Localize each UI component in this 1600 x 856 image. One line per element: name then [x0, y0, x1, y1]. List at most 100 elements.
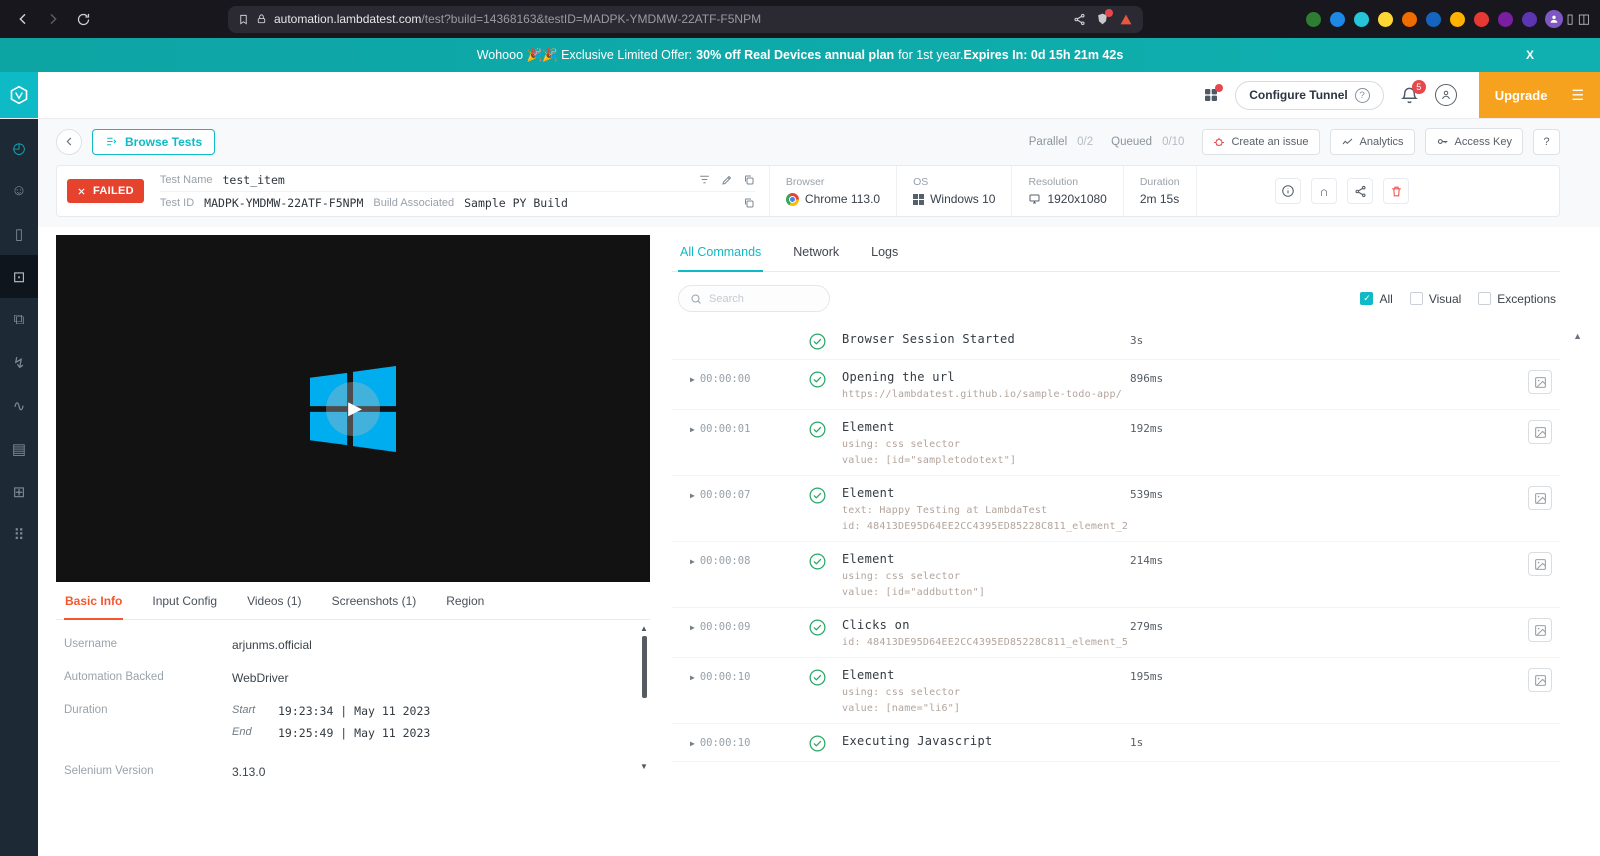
- tunnel-help-icon[interactable]: ?: [1354, 87, 1370, 103]
- expand-caret-icon[interactable]: ▶: [690, 739, 695, 748]
- upgrade-button[interactable]: Upgrade ☰: [1478, 72, 1600, 118]
- command-row[interactable]: ▶ 00:00:00 Opening the url https://lambdate…: [672, 360, 1560, 410]
- tab-input-config[interactable]: Input Config: [151, 594, 218, 620]
- command-timestamp[interactable]: ▶ 00:00:00: [672, 370, 792, 385]
- sidebar-item-integrations-plus[interactable]: ⊞: [0, 470, 38, 513]
- expand-caret-icon[interactable]: ▶: [690, 673, 695, 682]
- extension-icon[interactable]: [1353, 11, 1369, 27]
- scroll-up-icon[interactable]: ▲: [640, 624, 648, 634]
- scrollbar-thumb[interactable]: [641, 636, 647, 698]
- command-row[interactable]: ▶ 00:00:09 Clicks on id: 48413DE95D64EE2CC4…: [672, 608, 1560, 658]
- extension-icon[interactable]: [1497, 11, 1513, 27]
- tab-basic-info[interactable]: Basic Info: [64, 594, 124, 620]
- configure-tunnel-button[interactable]: Configure Tunnel ?: [1235, 80, 1384, 110]
- command-search[interactable]: [678, 285, 830, 312]
- tab-logs[interactable]: Logs: [869, 235, 900, 272]
- command-timestamp[interactable]: ▶ 00:00:09: [672, 618, 792, 633]
- bookmark-icon[interactable]: [238, 13, 249, 26]
- filter-exceptions[interactable]: Exceptions: [1478, 292, 1556, 306]
- filter-list-icon[interactable]: [698, 173, 711, 186]
- magnet-icon[interactable]: ∩: [1311, 178, 1337, 204]
- browser-reload-icon[interactable]: [70, 6, 96, 32]
- user-avatar[interactable]: [1434, 84, 1457, 106]
- tab-region[interactable]: Region: [445, 594, 485, 620]
- help-button[interactable]: ?: [1533, 128, 1560, 155]
- extension-icon[interactable]: [1473, 11, 1489, 27]
- share-page-icon[interactable]: [1073, 13, 1086, 26]
- sidebar-item-status-smiley[interactable]: ☺: [0, 169, 38, 212]
- command-row[interactable]: ▶ 00:00:08 Element using: css selector value…: [672, 542, 1560, 608]
- address-bar[interactable]: automation.lambdatest.com/test?build=143…: [228, 5, 1143, 33]
- command-timestamp[interactable]: ▶ 00:00:07: [672, 486, 792, 501]
- access-key-button[interactable]: Access Key: [1424, 128, 1523, 155]
- delete-test-icon[interactable]: [1383, 178, 1409, 204]
- command-timestamp[interactable]: ▶ 00:00:10: [672, 734, 792, 749]
- sidebar-item-apps-grid[interactable]: ⠿: [0, 513, 38, 556]
- expand-caret-icon[interactable]: ▶: [690, 491, 695, 500]
- expand-caret-icon[interactable]: ▶: [690, 557, 695, 566]
- tab-all-commands[interactable]: All Commands: [678, 235, 764, 272]
- command-timestamp[interactable]: ▶ 00:00:08: [672, 552, 792, 567]
- extension-icon[interactable]: [1305, 11, 1321, 27]
- sidebar-item-automation-robot[interactable]: ⊡: [0, 255, 38, 298]
- command-row[interactable]: ▶ 00:00:07 Element text: Happy Testing at L…: [672, 476, 1560, 542]
- sidebar-item-mobile-device[interactable]: ▯: [0, 212, 38, 255]
- extension-icon[interactable]: [1377, 11, 1393, 27]
- screenshot-button[interactable]: [1528, 552, 1552, 576]
- expand-caret-icon[interactable]: ▶: [690, 623, 695, 632]
- menu-icon[interactable]: ☰: [1571, 87, 1584, 104]
- command-timestamp[interactable]: ▶ 00:00:10: [672, 668, 792, 683]
- info-icon[interactable]: [1275, 178, 1301, 204]
- extension-icon[interactable]: [1449, 11, 1465, 27]
- sidebar-toggle-icon[interactable]: ◫: [1578, 11, 1590, 27]
- reading-list-icon[interactable]: ▯: [1567, 11, 1574, 27]
- test-video-player[interactable]: ▶: [56, 235, 650, 582]
- sidebar-item-hyperexecute-bolt[interactable]: ↯: [0, 341, 38, 384]
- warning-triangle-icon[interactable]: [1119, 13, 1133, 26]
- expand-caret-icon[interactable]: ▶: [690, 425, 695, 434]
- extension-icon[interactable]: [1401, 11, 1417, 27]
- tab-network[interactable]: Network: [791, 235, 841, 272]
- command-row[interactable]: ▶ 00:00:10 Element using: css selector value…: [672, 658, 1560, 724]
- filter-all[interactable]: All: [1360, 292, 1393, 306]
- extension-icon[interactable]: [1425, 11, 1441, 27]
- search-input[interactable]: [709, 292, 809, 305]
- browser-profile-avatar[interactable]: [1544, 10, 1563, 28]
- queued-label: Queued: [1111, 135, 1153, 148]
- sidebar-item-resources-docs[interactable]: ▤: [0, 427, 38, 470]
- copy-name-icon[interactable]: [743, 174, 755, 186]
- sidebar-item-real-browsers[interactable]: ⧉: [0, 298, 38, 341]
- create-issue-button[interactable]: Create an issue: [1202, 128, 1320, 155]
- play-button[interactable]: ▶: [326, 381, 380, 436]
- sidebar-item-insights-chart[interactable]: ∿: [0, 384, 38, 427]
- scroll-down-icon[interactable]: ▼: [640, 762, 648, 772]
- lambdatest-logo[interactable]: [0, 72, 38, 118]
- screenshot-button[interactable]: [1528, 486, 1552, 510]
- copy-id-icon[interactable]: [743, 197, 755, 209]
- screenshot-button[interactable]: [1528, 618, 1552, 642]
- banner-close-button[interactable]: X: [1526, 38, 1534, 72]
- screenshot-button[interactable]: [1528, 420, 1552, 444]
- browser-back-icon[interactable]: [10, 6, 36, 32]
- filter-visual[interactable]: Visual: [1409, 292, 1461, 306]
- tab-videos[interactable]: Videos (1): [246, 594, 302, 620]
- browser-forward-icon[interactable]: [40, 6, 66, 32]
- left-panel-scrollbar[interactable]: ▲ ▼: [638, 624, 650, 772]
- analytics-button[interactable]: Analytics: [1329, 128, 1415, 155]
- command-row[interactable]: ▶ 00:00:01 Element using: css selector value…: [672, 410, 1560, 476]
- share-test-icon[interactable]: [1347, 178, 1373, 204]
- command-timestamp[interactable]: ▶ 00:00:01: [672, 420, 792, 435]
- browse-tests-button[interactable]: Browse Tests: [92, 128, 216, 155]
- commands-scroll-up-icon[interactable]: ▲: [1573, 331, 1582, 341]
- screenshot-button[interactable]: [1528, 668, 1552, 692]
- edit-pencil-icon[interactable]: [721, 174, 733, 186]
- extension-icon[interactable]: [1521, 11, 1537, 27]
- sidebar-item-dashboard-gauge[interactable]: ◴: [0, 126, 38, 169]
- back-button[interactable]: [56, 128, 82, 155]
- extension-icon[interactable]: [1329, 11, 1345, 27]
- screenshot-button[interactable]: [1528, 370, 1552, 394]
- expand-caret-icon[interactable]: ▶: [690, 375, 695, 384]
- command-row[interactable]: Browser Session Started 3s: [672, 322, 1560, 360]
- tab-screenshots[interactable]: Screenshots (1): [331, 594, 418, 620]
- command-row[interactable]: ▶ 00:00:10 Executing Javascript 1s: [672, 724, 1560, 762]
